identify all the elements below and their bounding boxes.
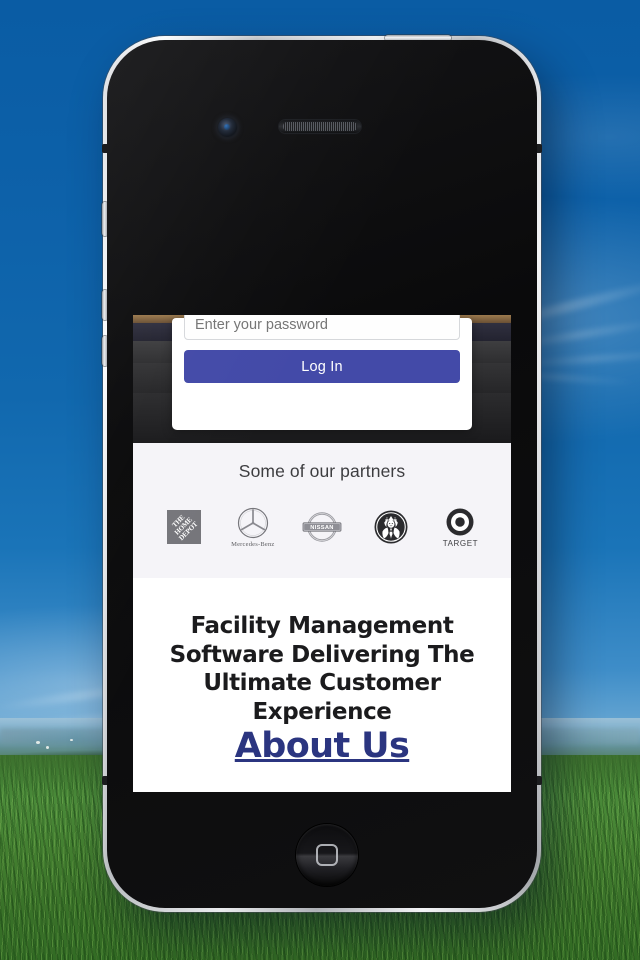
- mercedes-benz-logo: [237, 507, 268, 538]
- home-depot-logo-text: THE HOME DEPOT: [170, 513, 200, 543]
- partners-section: Some of our partners THE HOME DEPOT Merc…: [133, 443, 511, 578]
- password-input[interactable]: [184, 315, 460, 340]
- about-us-link[interactable]: About Us: [235, 726, 410, 766]
- mercedes-benz-logo-caption: Mercedes-Benz: [231, 540, 275, 548]
- target-logo: [446, 508, 474, 535]
- hero-section: Log In: [133, 315, 511, 443]
- pitch-section: Facility Management Software Delivering …: [133, 578, 511, 792]
- field-speck: [46, 746, 49, 749]
- login-card: Log In: [172, 315, 472, 430]
- home-depot-logo: THE HOME DEPOT: [166, 510, 201, 544]
- phone-body: Log In Some of our partners THE HOME DEP…: [107, 40, 537, 908]
- home-button-icon[interactable]: [296, 824, 358, 886]
- log-in-button[interactable]: Log In: [184, 350, 460, 383]
- field-speck: [36, 741, 40, 744]
- partner-logo-cell[interactable]: TARGET: [426, 502, 495, 552]
- partner-logo-cell[interactable]: Mercedes-Benz: [218, 502, 287, 552]
- page-headline: Facility Management Software Delivering …: [169, 613, 475, 725]
- phone-frame: Log In Some of our partners THE HOME DEP…: [102, 35, 542, 912]
- field-speck: [70, 739, 73, 741]
- home-button-square-glyph: [316, 844, 338, 866]
- target-logo-caption: TARGET: [442, 538, 479, 548]
- partners-title: Some of our partners: [238, 461, 406, 481]
- phone-screen[interactable]: Log In Some of our partners THE HOME DEP…: [133, 315, 511, 792]
- starbucks-logo: [374, 510, 408, 544]
- svg-text:NISSAN: NISSAN: [310, 525, 334, 531]
- partner-logo-cell[interactable]: NISSAN: [287, 502, 356, 552]
- partner-logo-cell[interactable]: [357, 502, 426, 552]
- earpiece-speaker-icon: [279, 120, 361, 133]
- partner-logo-cell[interactable]: THE HOME DEPOT: [149, 502, 218, 552]
- front-camera-icon: [218, 118, 237, 137]
- nissan-logo: NISSAN: [302, 512, 342, 542]
- partner-logo-row: THE HOME DEPOT Mercedes-Benz NISSAN TARG…: [133, 502, 511, 552]
